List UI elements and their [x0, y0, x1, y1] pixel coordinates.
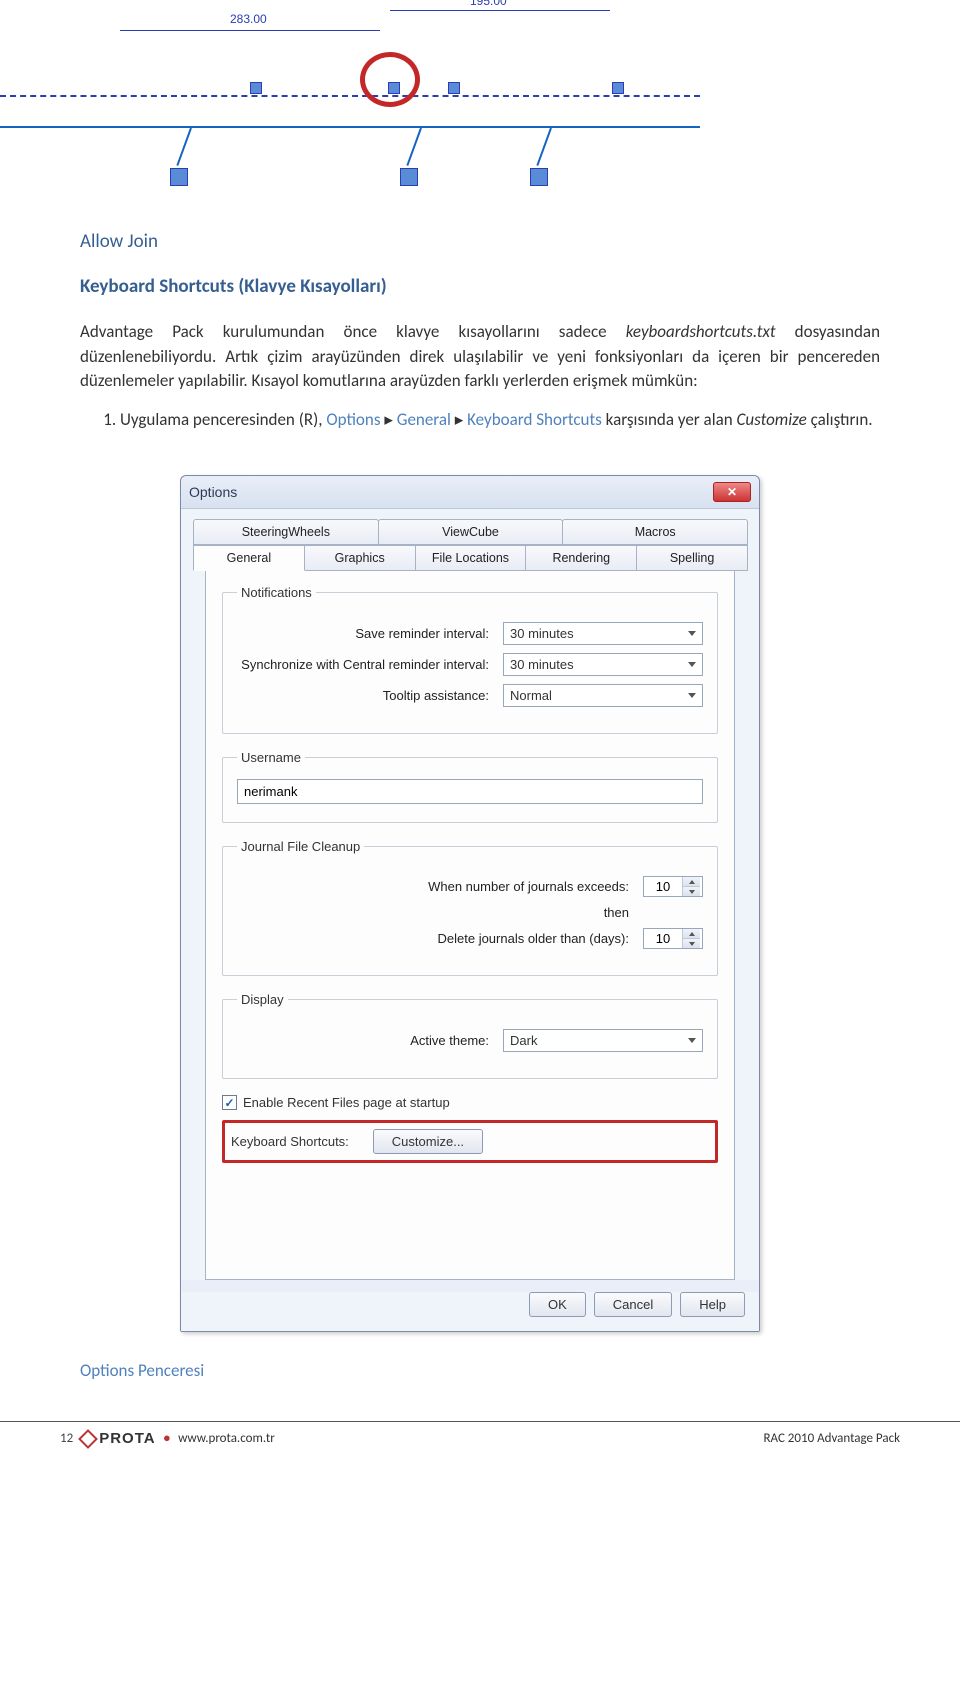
highlight-circle: [360, 52, 420, 107]
tab-viewcube[interactable]: ViewCube: [378, 519, 564, 545]
enable-recent-label: Enable Recent Files page at startup: [243, 1095, 450, 1110]
heading-allow-join: Allow Join: [80, 230, 880, 253]
technical-drawing: 283.00 195.00: [0, 0, 960, 200]
customize-button[interactable]: Customize...: [373, 1129, 483, 1154]
journals-older-label: Delete journals older than (days):: [237, 931, 643, 946]
brand-logo: PROTA: [81, 1430, 155, 1447]
chevron-down-icon: [688, 662, 696, 667]
dialog-title: Options: [189, 484, 237, 500]
spinner-down[interactable]: [683, 887, 700, 896]
ok-button[interactable]: OK: [529, 1292, 586, 1317]
tab-macros[interactable]: Macros: [562, 519, 748, 545]
marker-icon: [250, 82, 262, 94]
footer-product: RAC 2010 Advantage Pack: [763, 1431, 900, 1446]
sync-interval-label: Synchronize with Central reminder interv…: [237, 657, 503, 672]
tab-graphics[interactable]: Graphics: [304, 545, 416, 571]
spinner-down[interactable]: [683, 939, 700, 948]
kb-shortcuts-label: Keyboard Shortcuts:: [231, 1134, 349, 1149]
arrow-up-icon: [689, 932, 695, 936]
kb-shortcuts-highlight: Keyboard Shortcuts: Customize...: [222, 1120, 718, 1163]
display-group: Display Active theme: Dark: [222, 992, 718, 1079]
arrow-down-icon: [689, 942, 695, 946]
tooltip-select[interactable]: Normal: [503, 684, 703, 707]
anchor-icon: [530, 168, 548, 186]
paragraph-intro: Advantage Pack kurulumundan önce klavye …: [80, 320, 880, 394]
page-footer: 12 PROTA • www.prota.com.tr RAC 2010 Adv…: [0, 1421, 960, 1455]
tab-rendering[interactable]: Rendering: [525, 545, 637, 571]
arrow-up-icon: [689, 880, 695, 884]
marker-icon: [448, 82, 460, 94]
anchor-icon: [170, 168, 188, 186]
sync-interval-select[interactable]: 30 minutes: [503, 653, 703, 676]
separator-icon: •: [164, 1431, 170, 1446]
dim-label-1: 283.00: [230, 12, 267, 26]
dim-label-2: 195.00: [470, 0, 507, 8]
marker-icon: [612, 82, 624, 94]
anchor-icon: [400, 168, 418, 186]
journals-older-spinner[interactable]: [643, 928, 703, 949]
page-number: 12: [60, 1431, 73, 1446]
journal-group: Journal File Cleanup When number of jour…: [222, 839, 718, 976]
username-input[interactable]: [237, 779, 703, 804]
username-group: Username: [222, 750, 718, 823]
titlebar: Options ✕: [181, 476, 759, 509]
close-icon: ✕: [727, 485, 737, 499]
options-dialog: Options ✕ SteeringWheels ViewCube Macros…: [180, 475, 760, 1332]
then-label: then: [237, 905, 643, 920]
spinner-up[interactable]: [683, 929, 700, 939]
logo-icon: [78, 1429, 98, 1449]
footer-url: www.prota.com.tr: [178, 1431, 275, 1446]
chevron-down-icon: [688, 631, 696, 636]
journals-exceeds-spinner[interactable]: [643, 876, 703, 897]
chevron-down-icon: [688, 693, 696, 698]
save-interval-label: Save reminder interval:: [237, 626, 503, 641]
cancel-button[interactable]: Cancel: [594, 1292, 672, 1317]
arrow-down-icon: [689, 890, 695, 894]
close-button[interactable]: ✕: [713, 482, 751, 502]
spinner-up[interactable]: [683, 877, 700, 887]
step-1: Uygulama penceresinden (R), Options ▸ Ge…: [120, 406, 880, 433]
tab-file-locations[interactable]: File Locations: [415, 545, 527, 571]
journals-exceeds-label: When number of journals exceeds:: [237, 879, 643, 894]
active-theme-select[interactable]: Dark: [503, 1029, 703, 1052]
tab-general[interactable]: General: [193, 545, 305, 571]
enable-recent-checkbox[interactable]: ✓: [222, 1095, 237, 1110]
figure-caption: Options Penceresi: [80, 1360, 960, 1381]
active-theme-label: Active theme:: [237, 1033, 503, 1048]
tooltip-label: Tooltip assistance:: [237, 688, 503, 703]
tab-spelling[interactable]: Spelling: [636, 545, 748, 571]
heading-kb-shortcuts: Keyboard Shortcuts (Klavye Kısayolları): [80, 275, 880, 298]
notifications-group: Notifications Save reminder interval: 30…: [222, 585, 718, 734]
tab-steeringwheels[interactable]: SteeringWheels: [193, 519, 379, 545]
save-interval-select[interactable]: 30 minutes: [503, 622, 703, 645]
chevron-down-icon: [688, 1038, 696, 1043]
help-button[interactable]: Help: [680, 1292, 745, 1317]
